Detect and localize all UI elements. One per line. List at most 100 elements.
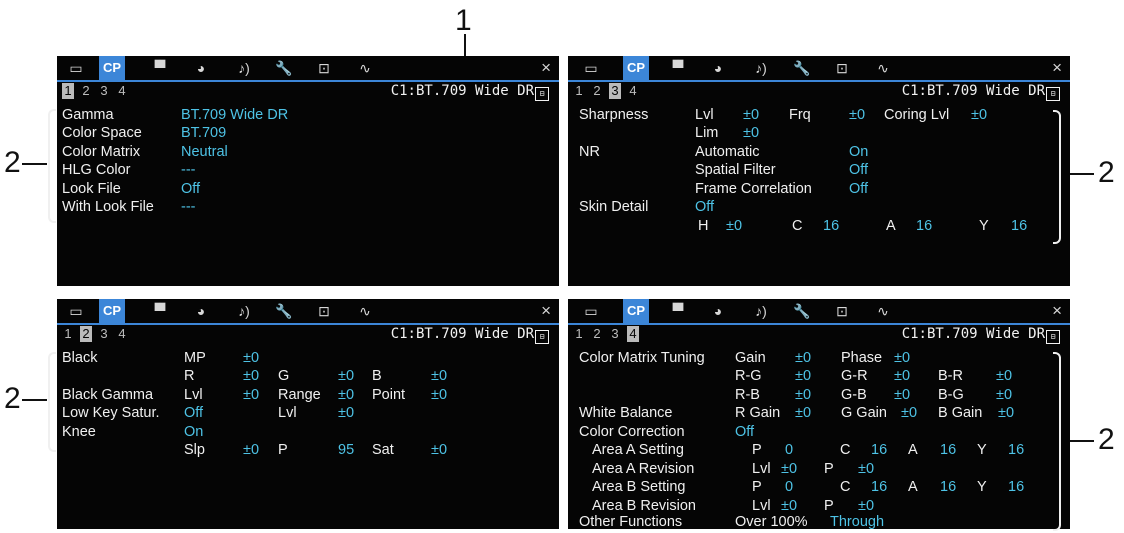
spatial-filter-value: Off [849,162,869,178]
page-number-3[interactable]: 3 [609,326,621,342]
nr-automatic-value: On [849,144,869,160]
audio-icon[interactable]: ♪) [231,301,257,321]
page-number-2[interactable]: 2 [80,326,92,342]
setting-label: Color Space [62,125,142,141]
page-number-1[interactable]: 1 [62,83,74,99]
wb-rgain-label: R Gain [735,405,781,421]
aas-a-value: 16 [940,442,957,458]
cp-tab[interactable]: CP [623,299,649,323]
assign-icon[interactable]: ⊡ [829,58,855,78]
page-number-4[interactable]: 4 [116,326,128,342]
callout-2-line [22,399,47,401]
wrench-icon[interactable]: 🔧 [271,58,297,78]
setting-value: Neutral [181,144,228,160]
close-icon[interactable]: × [541,301,551,321]
menu-panel-page-3: ▭ CP ▝▘ ◕ ♪) 🔧 ⊡ ∿ × 1 2 3 4 C1:BT.709 W… [568,56,1070,286]
lock-icon: ⊟ [1046,330,1060,344]
cp-tab[interactable]: CP [99,299,125,323]
black-mp-value: ±0 [243,350,260,366]
recording-icon[interactable]: ◕ [188,58,214,78]
display-icon[interactable]: ▭ [578,301,604,321]
abr-p-value: ±0 [858,498,875,514]
skin-a-value: 16 [916,218,933,234]
tab-bar: ▭ CP ▝▘ ◕ ♪) 🔧 ⊡ ∿ × [568,56,1070,82]
camera-icon[interactable]: ▝▘ [665,301,691,321]
setting-value: Off [181,181,201,197]
close-icon[interactable]: × [1052,301,1062,321]
page-number-2[interactable]: 2 [80,83,92,99]
cp-file-name: C1:BT.709 Wide DR [390,326,534,342]
skin-a-label: A [886,218,896,234]
other-functions-label: Other Functions [579,514,683,529]
recording-icon[interactable]: ◕ [188,301,214,321]
abs-a-label: A [908,479,918,495]
page-number-4[interactable]: 4 [116,83,128,99]
cmt-rb-value: ±0 [795,387,812,403]
white-balance-label: White Balance [579,405,673,421]
aas-y-value: 16 [1008,442,1025,458]
network-icon[interactable]: ∿ [870,58,896,78]
recording-icon[interactable]: ◕ [705,301,731,321]
display-icon[interactable]: ▭ [63,58,89,78]
skin-h-value: ±0 [726,218,743,234]
camera-icon[interactable]: ▝▘ [665,58,691,78]
display-icon[interactable]: ▭ [63,301,89,321]
camera-icon[interactable]: ▝▘ [147,58,173,78]
network-icon[interactable]: ∿ [870,301,896,321]
knee-sat-value: ±0 [431,442,448,458]
cp-tab[interactable]: CP [99,56,125,80]
abs-a-value: 16 [940,479,957,495]
assign-icon[interactable]: ⊡ [829,301,855,321]
aas-c-label: C [840,442,851,458]
recording-icon[interactable]: ◕ [705,58,731,78]
callout-2-label: 2 [1098,156,1115,189]
black-gamma-lvl-label: Lvl [184,387,203,403]
page-number-1[interactable]: 1 [62,326,74,342]
wb-bgain-value: ±0 [998,405,1015,421]
callout-2-label: 2 [1098,423,1115,456]
page-number-3[interactable]: 3 [98,326,110,342]
wrench-icon[interactable]: 🔧 [789,301,815,321]
setting-value: --- [181,199,196,215]
abs-p-label: P [752,479,762,495]
page-number-3[interactable]: 3 [98,83,110,99]
page-number-3[interactable]: 3 [609,83,621,99]
page-number-4[interactable]: 4 [627,326,639,342]
page-number-1[interactable]: 1 [573,326,585,342]
audio-icon[interactable]: ♪) [748,301,774,321]
close-icon[interactable]: × [541,58,551,78]
camera-icon[interactable]: ▝▘ [147,301,173,321]
skin-c-label: C [792,218,803,234]
network-icon[interactable]: ∿ [352,301,378,321]
audio-icon[interactable]: ♪) [748,58,774,78]
page-number-2[interactable]: 2 [591,326,603,342]
display-icon[interactable]: ▭ [578,58,604,78]
network-icon[interactable]: ∿ [352,58,378,78]
wrench-icon[interactable]: 🔧 [271,301,297,321]
page-number-2[interactable]: 2 [591,83,603,99]
color-correction-value: Off [735,424,755,440]
assign-icon[interactable]: ⊡ [311,58,337,78]
black-g-value: ±0 [338,368,355,384]
page-number-1[interactable]: 1 [573,83,585,99]
tab-bar: ▭ CP ▝▘ ◕ ♪) 🔧 ⊡ ∿ × [57,56,559,82]
sharpness-lvl-label: Lvl [695,107,714,123]
cp-tab[interactable]: CP [623,56,649,80]
skin-detail-label: Skin Detail [579,199,649,215]
wrench-icon[interactable]: 🔧 [789,58,815,78]
callout-bracket [1053,352,1061,531]
aar-lvl-value: ±0 [781,461,798,477]
setting-label: HLG Color [62,162,131,178]
page-number-4[interactable]: 4 [627,83,639,99]
callout-1-label: 1 [455,4,472,37]
knee-p-value: 95 [338,442,355,458]
assign-icon[interactable]: ⊡ [311,301,337,321]
setting-value: BT.709 [181,125,227,141]
color-matrix-tuning-label: Color Matrix Tuning [579,350,705,366]
low-key-satur-value: Off [184,405,204,421]
cmt-gr-label: G-R [841,368,868,384]
abs-c-label: C [840,479,851,495]
audio-icon[interactable]: ♪) [231,58,257,78]
close-icon[interactable]: × [1052,58,1062,78]
black-label: Black [62,350,98,366]
